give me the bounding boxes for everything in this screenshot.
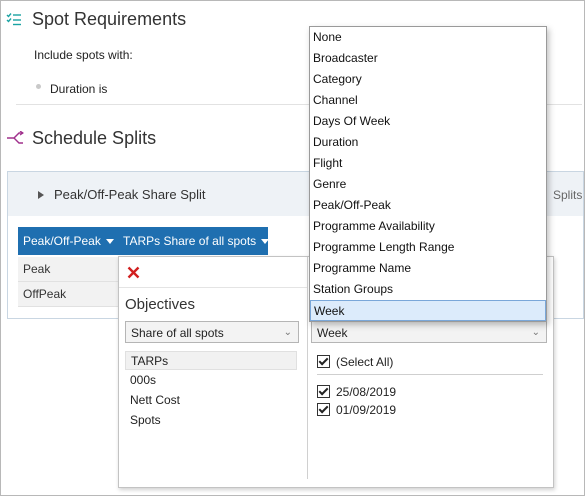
checkbox-checked-icon: [317, 355, 330, 368]
dropdown-item[interactable]: None: [310, 27, 546, 48]
list-item[interactable]: TARPs: [125, 351, 297, 370]
popup-divider: [119, 287, 307, 288]
checkbox-checked-icon: [317, 403, 330, 416]
schedule-splits-title: Schedule Splits: [32, 128, 157, 148]
dropdown-item[interactable]: Programme Availability: [310, 216, 546, 237]
dropdown-item[interactable]: Station Groups: [310, 279, 546, 300]
list-item[interactable]: 000s: [125, 371, 295, 390]
dropdown-item[interactable]: Programme Name: [310, 258, 546, 279]
select-all-divider: [317, 374, 543, 375]
vertical-separator: [307, 257, 308, 479]
table-row[interactable]: Peak: [18, 257, 118, 282]
list-item[interactable]: Spots: [125, 411, 295, 430]
caret-down-icon: [105, 239, 114, 245]
dropdown-item[interactable]: Flight: [310, 153, 546, 174]
dropdown-item[interactable]: Broadcaster: [310, 48, 546, 69]
include-spots-label: Include spots with:: [34, 48, 133, 62]
select-all-checkbox[interactable]: (Select All): [317, 353, 393, 371]
checkbox-checked-icon: [317, 385, 330, 398]
close-icon[interactable]: [127, 266, 140, 279]
duration-condition[interactable]: Duration is: [50, 82, 107, 96]
column-header-label: Peak/Off-Peak: [23, 234, 101, 248]
table-row[interactable]: OffPeak: [18, 282, 118, 307]
checklist-icon: [6, 13, 21, 26]
spot-requirements-title: Spot Requirements: [32, 9, 187, 29]
split-name: Peak/Off-Peak Share Split: [54, 187, 206, 202]
dropdown-item[interactable]: Programme Length Range: [310, 237, 546, 258]
objective-combo-value: Share of all spots: [131, 326, 224, 340]
period-combo[interactable]: Week ⌄: [311, 321, 547, 343]
column-header-peak-offpeak[interactable]: Peak/Off-Peak: [18, 227, 118, 255]
week-label: 01/09/2019: [336, 403, 397, 417]
list-item[interactable]: Nett Cost: [125, 391, 295, 410]
week-checkbox[interactable]: 25/08/2019: [317, 383, 396, 401]
dropdown-item[interactable]: Days Of Week: [310, 111, 546, 132]
objectives-title: Objectives: [125, 296, 196, 313]
chevron-down-icon: ⌄: [283, 327, 292, 338]
dimension-dropdown-list: None Broadcaster Category Channel Days O…: [309, 26, 547, 322]
week-label: 25/08/2019: [336, 385, 397, 399]
select-all-label: (Select All): [336, 355, 394, 369]
dropdown-item-selected[interactable]: Week: [310, 300, 546, 321]
caret-down-icon: [261, 239, 270, 245]
dropdown-item[interactable]: Genre: [310, 174, 546, 195]
column-header-label: TARPs Share of all spots: [123, 234, 257, 248]
bullet-icon: [36, 84, 41, 89]
dropdown-item[interactable]: Channel: [310, 90, 546, 111]
dropdown-item[interactable]: Peak/Off-Peak: [310, 195, 546, 216]
objective-combo[interactable]: Share of all spots ⌄: [125, 321, 299, 343]
week-checkbox[interactable]: 01/09/2019: [317, 401, 396, 419]
collapse-triangle-icon[interactable]: [38, 191, 44, 199]
column-header-tarps-share[interactable]: TARPs Share of all spots: [118, 227, 270, 255]
dropdown-item[interactable]: Category: [310, 69, 546, 90]
dropdown-item[interactable]: Duration: [310, 132, 546, 153]
splits-label: Splits: [553, 188, 583, 202]
split-arrow-icon: [7, 131, 24, 144]
period-combo-value: Week: [317, 326, 348, 340]
chevron-down-icon: ⌄: [531, 327, 540, 338]
